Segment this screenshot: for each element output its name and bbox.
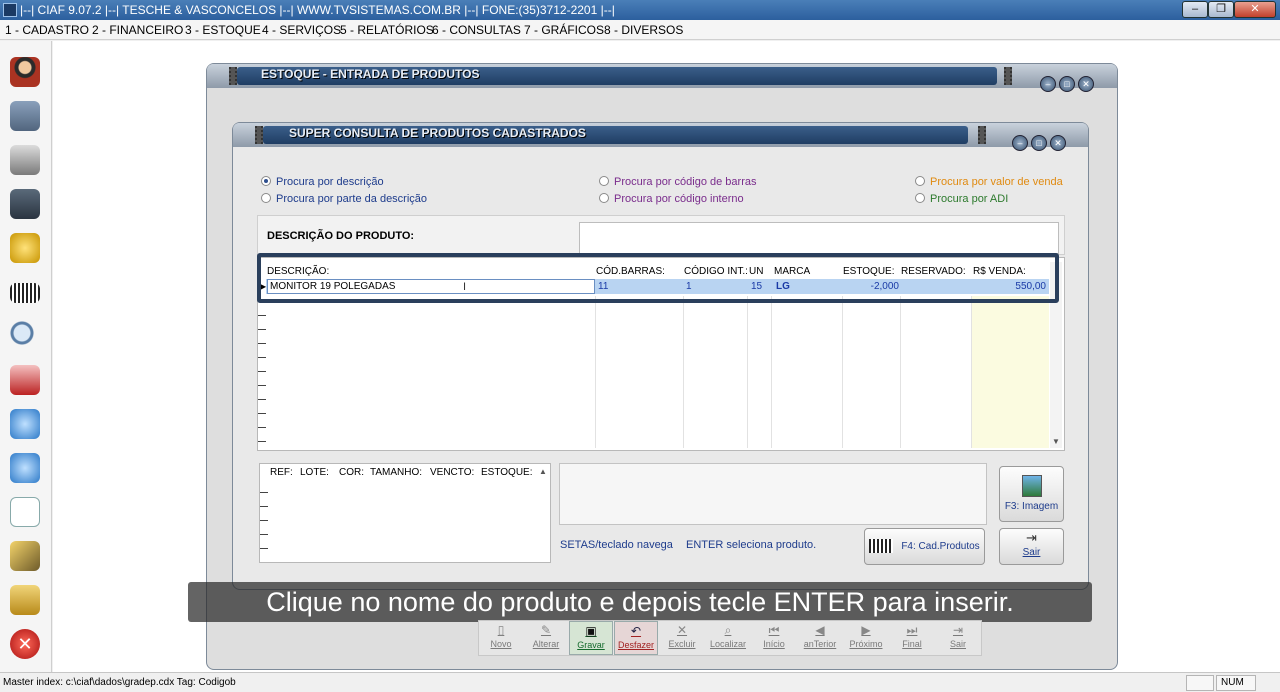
status-bar: Master index: c:\ciaf\dados\gradep.cdx T… [0, 672, 1280, 692]
outer-close-button[interactable]: ✕ [1078, 76, 1094, 92]
menu-graficos[interactable]: 7 - GRÁFICOS [524, 23, 604, 37]
localizar-button[interactable]: ⌕ Localizar [706, 621, 750, 655]
safe-icon[interactable] [10, 585, 40, 615]
venda-column-bg [972, 296, 1049, 448]
coins-icon[interactable] [10, 233, 40, 263]
exit-icon[interactable]: ✕ [10, 629, 40, 659]
internet-icon[interactable] [10, 453, 40, 483]
picture-icon [1021, 475, 1042, 497]
user-icon[interactable] [10, 57, 40, 87]
outer-window-title: ESTOQUE - ENTRADA DE PRODUTOS [261, 67, 480, 81]
status-text: Master index: c:\ciaf\dados\gradep.cdx T… [3, 677, 236, 688]
close-button[interactable]: ✕ [1234, 1, 1276, 18]
hint-navigation: SETAS/teclado navega [560, 539, 673, 551]
col-sub-estoque[interactable]: ESTOQUE: [481, 467, 533, 478]
radio-por-adi[interactable]: Procura por ADI [915, 193, 1008, 205]
radio-dot [915, 193, 925, 203]
app-icon [3, 3, 17, 17]
radio-por-valor[interactable]: Procura por valor de venda [915, 176, 1063, 188]
menu-bar: 1 - CADASTRO 2 - FINANCEIRO 3 - ESTOQUE … [0, 20, 1280, 40]
menu-estoque[interactable]: 3 - ESTOQUE [185, 23, 261, 37]
menu-servicos[interactable]: 4 - SERVIÇOS [262, 23, 341, 37]
proximo-button[interactable]: ▶ Próximo [844, 621, 888, 655]
inner-close-button[interactable]: ✕ [1050, 135, 1066, 151]
cad-produtos-button[interactable]: F4: Cad.Produtos [864, 528, 985, 565]
variants-grid[interactable] [259, 463, 551, 563]
anterior-button[interactable]: ◀ anTerior [798, 621, 842, 655]
radio-por-parte[interactable]: Procura por parte da descrição [261, 193, 427, 205]
col-cor[interactable]: COR: [339, 467, 364, 478]
video-caption: Clique no nome do produto e depois tecle… [188, 582, 1092, 622]
film-icon [978, 126, 986, 144]
window-title: |--| CIAF 9.07.2 |--| TESCHE & VASCONCEL… [20, 3, 615, 17]
left-toolbar: ✕ [0, 41, 52, 672]
cash-register-icon[interactable] [10, 145, 40, 175]
description-input[interactable] [579, 222, 1059, 254]
outer-minimize-button[interactable]: – [1040, 76, 1056, 92]
inner-minimize-button[interactable]: – [1012, 135, 1028, 151]
title-bar: |--| CIAF 9.07.2 |--| TESCHE & VASCONCEL… [0, 0, 1280, 20]
excluir-button[interactable]: ✕ Excluir [660, 621, 704, 655]
radio-por-barras[interactable]: Procura por código de barras [599, 176, 756, 188]
gravar-button[interactable]: ▣ Gravar [569, 621, 613, 655]
inicio-button[interactable]: ⏮ Início [752, 621, 796, 655]
description-label: DESCRIÇÃO DO PRODUTO: [267, 230, 415, 242]
restore-button[interactable]: ❐ [1208, 1, 1234, 18]
cart-icon[interactable] [10, 365, 40, 395]
outer-window-titlebar: ESTOQUE - ENTRADA DE PRODUTOS – □ ✕ [207, 64, 1117, 92]
col-vencto[interactable]: VENCTO: [430, 467, 474, 478]
novo-button[interactable]: ▯ Novo [479, 621, 523, 655]
radio-dot [261, 176, 271, 186]
exit-door-icon: ⇥ [1026, 530, 1037, 545]
col-tamanho[interactable]: TAMANHO: [370, 467, 422, 478]
num-lock-indicator: NUM [1216, 675, 1256, 691]
film-icon [255, 126, 263, 144]
grid-highlight-box [257, 253, 1059, 303]
film-icon [229, 67, 237, 85]
radio-por-descricao[interactable]: Procura por descrição [261, 176, 384, 188]
menu-diversos[interactable]: 8 - DIVERSOS [604, 23, 683, 37]
internet-icon[interactable] [10, 409, 40, 439]
menu-consultas[interactable]: 6 - CONSULTAS [432, 23, 521, 37]
sair-toolbar-button[interactable]: ⇥ Sair [936, 621, 980, 655]
radio-dot [261, 193, 271, 203]
barcode-icon[interactable] [10, 283, 40, 303]
inner-window-title: SUPER CONSULTA DE PRODUTOS CADASTRADOS [289, 126, 586, 140]
radio-dot [599, 193, 609, 203]
inner-window-titlebar: SUPER CONSULTA DE PRODUTOS CADASTRADOS –… [233, 123, 1088, 151]
menu-cadastro[interactable]: 1 - CADASTRO [5, 23, 89, 37]
menu-financeiro[interactable]: 2 - FINANCEIRO [92, 23, 183, 37]
final-button[interactable]: ⏭ Final [890, 621, 934, 655]
scroll-down-icon[interactable]: ▼ [1052, 437, 1060, 446]
grid-row-headers [258, 302, 266, 450]
radio-dot [599, 176, 609, 186]
desfazer-button[interactable]: ↶ Desfazer [614, 621, 658, 655]
scroll-up-icon[interactable]: ▲ [539, 467, 547, 476]
minimize-button[interactable]: ‒ [1182, 1, 1208, 18]
film-icon [1004, 67, 1012, 85]
inner-restore-button[interactable]: □ [1031, 135, 1047, 151]
sair-button[interactable]: ⇥ Sair [999, 528, 1064, 565]
col-lote[interactable]: LOTE: [300, 467, 329, 478]
outer-restore-button[interactable]: □ [1059, 76, 1075, 92]
barcode-icon [869, 539, 894, 554]
document-icon[interactable] [10, 497, 40, 527]
image-button[interactable]: F3: Imagem [999, 466, 1064, 522]
radio-dot [915, 176, 925, 186]
door-icon[interactable] [10, 189, 40, 219]
memo-area[interactable] [559, 463, 987, 525]
menu-relatorios[interactable]: 5 - RELATÓRIOS [340, 23, 434, 37]
hint-enter: ENTER seleciona produto. [686, 539, 817, 551]
col-ref[interactable]: REF: [270, 467, 293, 478]
bank-icon[interactable] [10, 101, 40, 131]
magnifier-icon[interactable] [10, 321, 40, 351]
radio-por-interno[interactable]: Procura por código interno [599, 193, 744, 205]
alterar-button[interactable]: ✎ Alterar [524, 621, 568, 655]
tools-icon[interactable] [10, 541, 40, 571]
